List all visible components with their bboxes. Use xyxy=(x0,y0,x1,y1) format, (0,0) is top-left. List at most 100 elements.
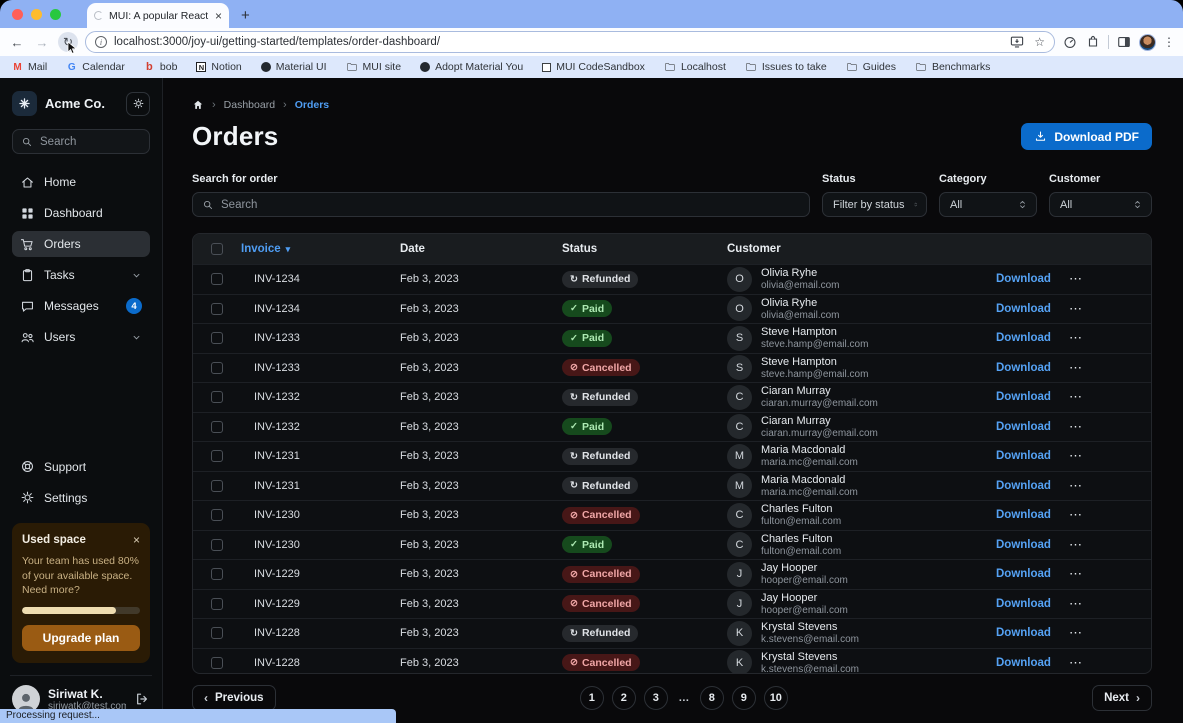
row-menu-button[interactable]: ⋯ xyxy=(1069,507,1083,523)
select-all-checkbox[interactable] xyxy=(211,243,223,255)
logout-icon[interactable] xyxy=(134,691,150,707)
bookmark-notion[interactable]: NNotion xyxy=(196,61,241,73)
upgrade-plan-button[interactable]: Upgrade plan xyxy=(22,625,140,651)
bookmark-benchmarks[interactable]: Benchmarks xyxy=(915,61,990,73)
download-link[interactable]: Download xyxy=(996,421,1051,433)
row-menu-button[interactable]: ⋯ xyxy=(1069,271,1083,287)
sidebar-item-messages[interactable]: Messages 4 xyxy=(12,293,150,319)
install-app-icon[interactable] xyxy=(1009,34,1025,50)
sidebar-item-settings[interactable]: Settings xyxy=(12,485,150,511)
sidebar-item-support[interactable]: Support xyxy=(12,454,150,480)
bookmark-star-icon[interactable]: ☆ xyxy=(1034,35,1045,49)
minimize-window-button[interactable] xyxy=(31,9,42,20)
row-checkbox[interactable] xyxy=(211,421,223,433)
browser-menu-icon[interactable]: ⋮ xyxy=(1163,35,1175,49)
bookmark-mui-codesandbox[interactable]: MUI CodeSandbox xyxy=(542,61,645,73)
row-menu-button[interactable]: ⋯ xyxy=(1069,478,1083,494)
order-search-input[interactable]: Search xyxy=(192,192,810,217)
customer-select[interactable]: All xyxy=(1049,192,1152,217)
row-menu-button[interactable]: ⋯ xyxy=(1069,566,1083,582)
download-link[interactable]: Download xyxy=(996,539,1051,551)
row-checkbox[interactable] xyxy=(211,598,223,610)
download-link[interactable]: Download xyxy=(996,303,1051,315)
bookmark-mui-site[interactable]: MUI site xyxy=(346,61,402,73)
traffic-lights[interactable] xyxy=(0,9,73,28)
browser-tab[interactable]: MUI: A popular React UI fram × xyxy=(87,3,229,28)
download-link[interactable]: Download xyxy=(996,391,1051,403)
row-menu-button[interactable]: ⋯ xyxy=(1069,389,1083,405)
close-icon[interactable]: × xyxy=(133,533,140,547)
download-link[interactable]: Download xyxy=(996,568,1051,580)
sidebar-item-orders[interactable]: Orders xyxy=(12,231,150,257)
row-checkbox[interactable] xyxy=(211,332,223,344)
home-icon[interactable] xyxy=(192,99,204,111)
bookmark-calendar[interactable]: GCalendar xyxy=(66,61,125,73)
row-checkbox[interactable] xyxy=(211,657,223,669)
column-invoice[interactable]: Invoice ▾ xyxy=(241,243,387,255)
row-menu-button[interactable]: ⋯ xyxy=(1069,537,1083,553)
previous-page-button[interactable]: ‹ Previous xyxy=(192,685,276,711)
theme-toggle-button[interactable] xyxy=(126,92,150,116)
download-link[interactable]: Download xyxy=(996,598,1051,610)
site-info-icon[interactable]: i xyxy=(95,36,107,48)
close-window-button[interactable] xyxy=(12,9,23,20)
row-checkbox[interactable] xyxy=(211,480,223,492)
status-select[interactable]: Filter by status xyxy=(822,192,927,217)
row-menu-button[interactable]: ⋯ xyxy=(1069,596,1083,612)
page-number-button[interactable]: 2 xyxy=(612,686,636,710)
bookmark-bob[interactable]: bbob xyxy=(144,61,178,73)
row-checkbox[interactable] xyxy=(211,362,223,374)
page-number-button[interactable]: 8 xyxy=(700,686,724,710)
row-checkbox[interactable] xyxy=(211,627,223,639)
maximize-window-button[interactable] xyxy=(50,9,61,20)
page-number-button[interactable]: 1 xyxy=(580,686,604,710)
download-link[interactable]: Download xyxy=(996,509,1051,521)
row-menu-button[interactable]: ⋯ xyxy=(1069,360,1083,376)
page-number-button[interactable]: 3 xyxy=(644,686,668,710)
browser-profile-avatar[interactable] xyxy=(1139,34,1156,51)
row-menu-button[interactable]: ⋯ xyxy=(1069,419,1083,435)
next-page-button[interactable]: Next › xyxy=(1092,685,1152,711)
row-menu-button[interactable]: ⋯ xyxy=(1069,655,1083,671)
download-link[interactable]: Download xyxy=(996,450,1051,462)
breadcrumb-dashboard[interactable]: Dashboard xyxy=(224,99,275,111)
page-number-button[interactable]: 10 xyxy=(764,686,788,710)
row-menu-button[interactable]: ⋯ xyxy=(1069,330,1083,346)
download-link[interactable]: Download xyxy=(996,362,1051,374)
row-checkbox[interactable] xyxy=(211,303,223,315)
download-link[interactable]: Download xyxy=(996,332,1051,344)
row-checkbox[interactable] xyxy=(211,391,223,403)
sidebar-item-users[interactable]: Users xyxy=(12,324,150,350)
extensions-icon[interactable] xyxy=(1085,34,1101,50)
bookmark-material-ui[interactable]: Material UI xyxy=(261,61,327,73)
forward-button[interactable]: → xyxy=(33,35,51,50)
tab-close-icon[interactable]: × xyxy=(215,9,222,23)
download-pdf-button[interactable]: Download PDF xyxy=(1021,123,1152,150)
row-checkbox[interactable] xyxy=(211,450,223,462)
download-link[interactable]: Download xyxy=(996,273,1051,285)
row-menu-button[interactable]: ⋯ xyxy=(1069,448,1083,464)
sidebar-item-dashboard[interactable]: Dashboard xyxy=(12,200,150,226)
page-number-button[interactable]: 9 xyxy=(732,686,756,710)
row-checkbox[interactable] xyxy=(211,509,223,521)
download-link[interactable]: Download xyxy=(996,657,1051,669)
address-bar[interactable]: i localhost:3000/joy-ui/getting-started/… xyxy=(85,31,1055,53)
reload-button[interactable]: ↻ xyxy=(58,32,78,52)
bookmark-adopt-material-you[interactable]: Adopt Material You xyxy=(420,61,523,73)
performance-icon[interactable] xyxy=(1062,34,1078,50)
bookmark-localhost[interactable]: Localhost xyxy=(664,61,726,73)
sidebar-item-home[interactable]: Home xyxy=(12,169,150,195)
download-link[interactable]: Download xyxy=(996,627,1051,639)
new-tab-button[interactable]: + xyxy=(241,7,250,24)
side-panel-icon[interactable] xyxy=(1116,34,1132,50)
bookmark-issues-to-take[interactable]: Issues to take xyxy=(745,61,827,73)
download-link[interactable]: Download xyxy=(996,480,1051,492)
row-menu-button[interactable]: ⋯ xyxy=(1069,301,1083,317)
sidebar-search-input[interactable]: Search xyxy=(12,129,150,154)
bookmark-guides[interactable]: Guides xyxy=(846,61,896,73)
row-menu-button[interactable]: ⋯ xyxy=(1069,625,1083,641)
row-checkbox[interactable] xyxy=(211,539,223,551)
back-button[interactable]: ← xyxy=(8,35,26,50)
bookmark-mail[interactable]: MMail xyxy=(12,61,47,73)
row-checkbox[interactable] xyxy=(211,568,223,580)
